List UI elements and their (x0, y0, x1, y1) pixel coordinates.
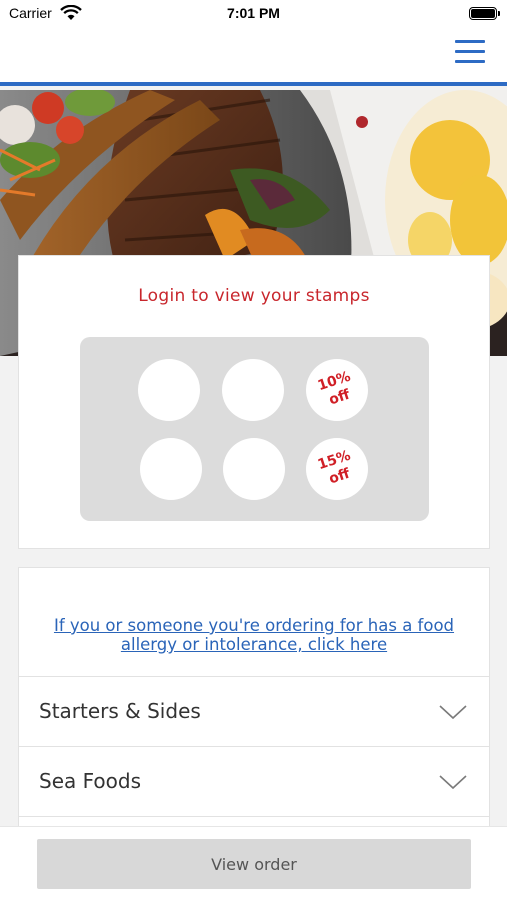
status-bar: Carrier 7:01 PM (0, 0, 507, 30)
category-label: Starters & Sides (39, 699, 201, 723)
stamp-slot-1 (138, 359, 200, 421)
app-header (0, 30, 507, 86)
category-starters-sides[interactable]: Starters & Sides (19, 676, 489, 746)
stamp-slot-4 (140, 438, 202, 500)
clock: 7:01 PM (227, 5, 280, 21)
menu-panel: If you or someone you're ordering for ha… (18, 567, 490, 857)
view-order-button[interactable]: View order (37, 839, 471, 889)
stamp-card: Login to view your stamps 10% off 15% of… (18, 255, 490, 549)
food-allergy-link[interactable]: If you or someone you're ordering for ha… (19, 616, 489, 654)
category-label: Sea Foods (39, 769, 141, 793)
chevron-down-icon (439, 775, 467, 790)
stamp-slot-2 (222, 359, 284, 421)
stamp-reward-10-off: 10% off (306, 359, 368, 421)
bottom-bar: View order (0, 826, 507, 900)
hamburger-menu-icon[interactable] (455, 40, 485, 66)
stamp-reward-15-off: 15% off (306, 438, 368, 500)
stamp-grid: 10% off 15% off (80, 337, 429, 521)
stamp-slot-5 (223, 438, 285, 500)
battery-icon (469, 7, 500, 20)
login-to-view-stamps-link[interactable]: Login to view your stamps (19, 286, 489, 306)
category-sea-foods[interactable]: Sea Foods (19, 746, 489, 816)
chevron-down-icon (439, 705, 467, 720)
